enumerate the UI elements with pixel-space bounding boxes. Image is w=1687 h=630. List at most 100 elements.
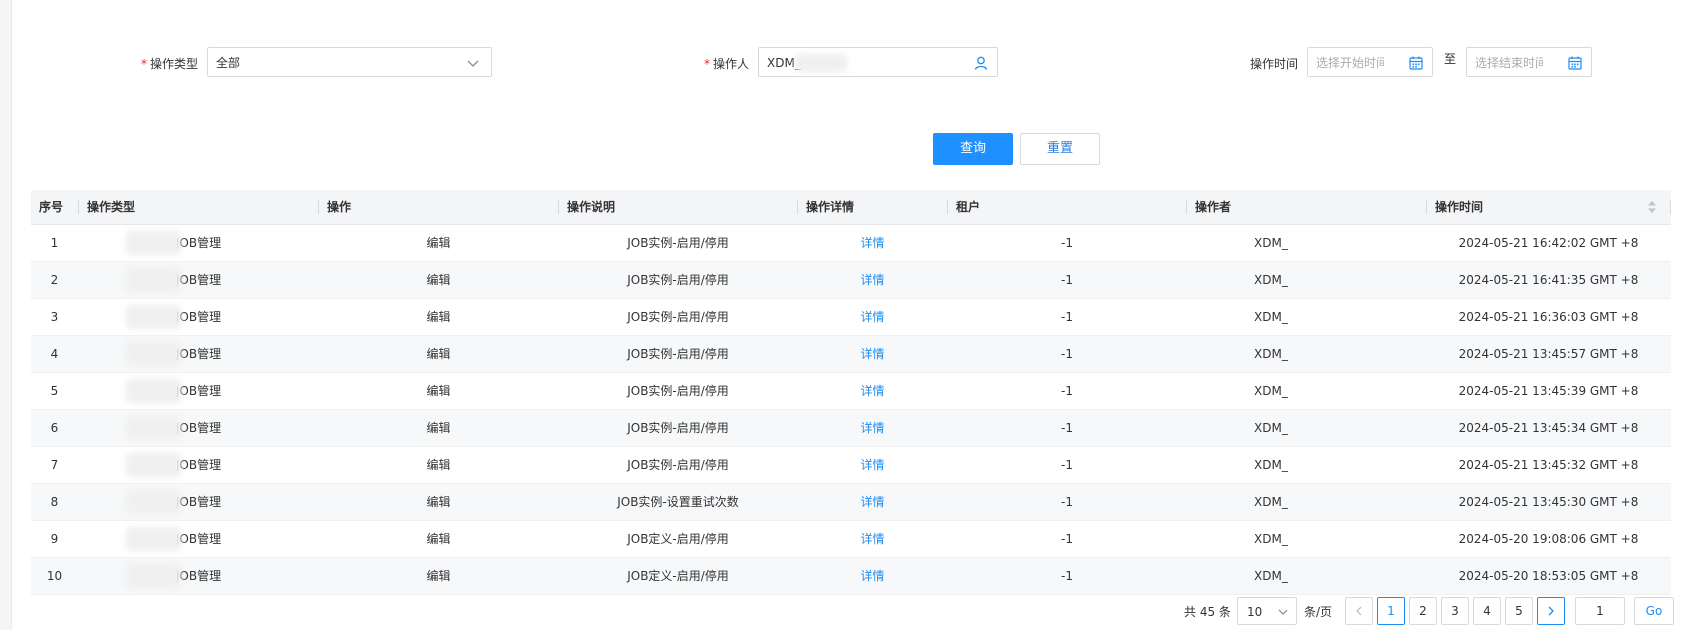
cell-detail-link[interactable]: 详情 xyxy=(798,558,947,594)
cell-detail-link[interactable]: 详情 xyxy=(798,373,947,409)
cell-no: 3 xyxy=(50,310,59,324)
cell-detail-link[interactable]: 详情 xyxy=(798,225,947,261)
query-button[interactable]: 查询 xyxy=(933,133,1013,165)
table-row: 5 JOB管理 编辑 JOB实例-启用/停用 详情 -1 XDM_ 2024-05-21 13… xyxy=(31,373,1671,410)
go-button[interactable]: Go xyxy=(1634,597,1674,625)
cell-operator: XDM_ xyxy=(1254,310,1288,324)
cell-tenant: -1 xyxy=(1061,532,1073,546)
cell-detail-link[interactable]: 详情 xyxy=(798,410,947,446)
header-tenant: 租户 xyxy=(956,200,981,214)
cell-detail-link[interactable]: 详情 xyxy=(798,447,947,483)
operation-type-label: * 操作类型 xyxy=(141,56,198,72)
cell-time: 2024-05-21 16:36:03 GMT +8 xyxy=(1458,310,1639,324)
cell-op: 编辑 xyxy=(426,458,451,472)
header-divider xyxy=(1186,200,1187,214)
page-2-button[interactable]: 2 xyxy=(1409,597,1437,625)
header-operator: 操作者 xyxy=(1195,200,1232,214)
cell-type: JOB管理 xyxy=(175,236,222,250)
cell-operator: XDM_ xyxy=(1254,384,1288,398)
table-row: 3 JOB管理 编辑 JOB实例-启用/停用 详情 -1 XDM_ 2024-05-21 16… xyxy=(31,299,1671,336)
cell-operator: XDM_ xyxy=(1254,347,1288,361)
cell-operator: XDM_ xyxy=(1254,495,1288,509)
operation-type-select[interactable]: 全部 xyxy=(207,47,492,77)
cell-type: JOB管理 xyxy=(175,421,222,435)
sort-icon[interactable] xyxy=(1647,199,1657,215)
operation-log-table: 序号 操作类型 操作 操作说明 操作详情 租户 操作者 操作时间 1 JOB管理编… xyxy=(31,190,1671,595)
chevron-down-icon xyxy=(467,60,479,67)
end-date-placeholder: 选择结束时间 xyxy=(1475,56,1543,70)
operator-input[interactable]: XDM_ xyxy=(758,47,998,77)
cell-time: 2024-05-21 13:45:57 GMT +8 xyxy=(1458,347,1639,361)
redacted-blur xyxy=(126,305,181,329)
next-page-button[interactable] xyxy=(1537,597,1565,625)
calendar-icon xyxy=(1409,56,1423,70)
cell-no: 1 xyxy=(50,236,59,250)
cell-desc: JOB实例-启用/停用 xyxy=(627,421,729,435)
cell-desc: JOB实例-启用/停用 xyxy=(627,236,729,250)
redacted-blur xyxy=(126,268,181,292)
start-date-input[interactable]: 选择开始时间 xyxy=(1307,47,1433,77)
cell-desc: JOB实例-启用/停用 xyxy=(627,310,729,324)
header-divider xyxy=(947,200,948,214)
cell-no: 9 xyxy=(50,532,59,546)
end-date-input[interactable]: 选择结束时间 xyxy=(1466,47,1592,77)
start-date-placeholder: 选择开始时间 xyxy=(1316,56,1384,70)
cell-operator: XDM_ xyxy=(1254,236,1288,250)
cell-type: JOB管理 xyxy=(175,532,222,546)
cell-desc: JOB实例-启用/停用 xyxy=(627,347,729,361)
cell-op: 编辑 xyxy=(426,273,451,287)
per-page-label: 条/页 xyxy=(1304,605,1333,619)
header-op: 操作 xyxy=(327,200,352,214)
cell-desc: JOB实例-设置重试次数 xyxy=(617,495,739,509)
cell-op: 编辑 xyxy=(426,384,451,398)
cell-detail-link[interactable]: 详情 xyxy=(798,484,947,520)
cell-detail-link[interactable]: 详情 xyxy=(798,262,947,298)
table-row: 1 JOB管理 编辑 JOB实例-启用/停用 详情 -1 XDM_ 2024-05-21 16… xyxy=(31,225,1671,262)
header-divider xyxy=(318,200,319,214)
operation-time-label: 操作时间 xyxy=(1250,57,1299,71)
page-size-select[interactable]: 10 xyxy=(1237,597,1297,625)
cell-type: JOB管理 xyxy=(175,347,222,361)
page-1-button[interactable]: 1 xyxy=(1377,597,1405,625)
page-3-button[interactable]: 3 xyxy=(1441,597,1469,625)
table-header: 序号 操作类型 操作 操作说明 操作详情 租户 操作者 操作时间 xyxy=(31,190,1671,225)
reset-button[interactable]: 重置 xyxy=(1020,133,1100,165)
redacted-blur xyxy=(126,416,181,440)
cell-no: 2 xyxy=(50,273,59,287)
cell-desc: JOB实例-启用/停用 xyxy=(627,384,729,398)
table-row: 9 JOB管理 编辑 JOB定义-启用/停用 详情 -1 XDM_ 2024-05-20 19… xyxy=(31,521,1671,558)
redacted-blur xyxy=(126,490,181,514)
cell-detail-link[interactable]: 详情 xyxy=(798,336,947,372)
table-row: 7 JOB管理 编辑 JOB实例-启用/停用 详情 -1 XDM_ 2024-05-21 13… xyxy=(31,447,1671,484)
table-row: 8 JOB管理 编辑 JOB实例-设置重试次数 详情 -1 XDM_ 2024-05-21 1… xyxy=(31,484,1671,521)
cell-no: 5 xyxy=(50,384,59,398)
page-4-button[interactable]: 4 xyxy=(1473,597,1501,625)
cell-type: JOB管理 xyxy=(175,310,222,324)
required-mark: * xyxy=(141,57,147,71)
header-detail: 操作详情 xyxy=(806,200,855,214)
user-icon[interactable] xyxy=(973,55,989,71)
cell-time: 2024-05-21 13:45:39 GMT +8 xyxy=(1458,384,1639,398)
cell-detail-link[interactable]: 详情 xyxy=(798,521,947,557)
redacted-blur xyxy=(795,54,847,72)
cell-detail-link[interactable]: 详情 xyxy=(798,299,947,335)
page-5-button[interactable]: 5 xyxy=(1505,597,1533,625)
prev-page-button[interactable] xyxy=(1345,597,1373,625)
header-divider xyxy=(1670,200,1671,214)
cell-no: 4 xyxy=(50,347,59,361)
header-no: 序号 xyxy=(39,200,64,214)
chevron-right-icon xyxy=(1548,606,1554,616)
cell-time: 2024-05-20 19:08:06 GMT +8 xyxy=(1458,532,1639,546)
cell-tenant: -1 xyxy=(1061,310,1073,324)
cell-tenant: -1 xyxy=(1061,495,1073,509)
cell-operator: XDM_ xyxy=(1254,532,1288,546)
jump-page-input[interactable]: 1 xyxy=(1575,597,1625,625)
cell-time: 2024-05-21 16:42:02 GMT +8 xyxy=(1458,236,1639,250)
cell-time: 2024-05-21 13:45:30 GMT +8 xyxy=(1458,495,1639,509)
table-body: 1 JOB管理 编辑 JOB实例-启用/停用 详情 -1 XDM_ 2024-05-21 16… xyxy=(31,225,1671,595)
header-desc: 操作说明 xyxy=(567,200,616,214)
redacted-blur xyxy=(126,231,181,255)
cell-type: JOB管理 xyxy=(175,495,222,509)
cell-operator: XDM_ xyxy=(1254,458,1288,472)
cell-no: 7 xyxy=(50,458,59,472)
